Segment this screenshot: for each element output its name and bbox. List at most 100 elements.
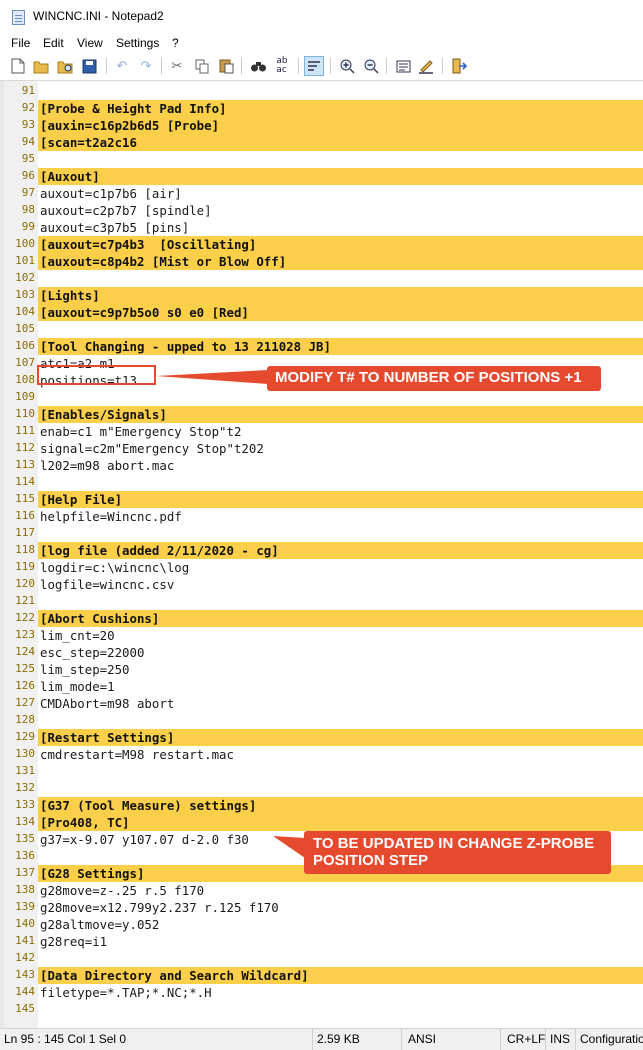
editor-line[interactable]: 130 cmdrestart=M98 restart.mac [0,746,643,763]
line-area [38,712,643,729]
line-area [38,151,643,168]
text-editor[interactable]: 91 92 [Probe & Height Pad Info] 93 [auxin=c1… [0,81,643,1028]
cut-icon[interactable]: ✂ [167,56,187,76]
scheme-icon[interactable] [393,56,413,76]
line-area [38,321,643,338]
editor-line[interactable]: 120 logfile=wincnc.csv [0,576,643,593]
line-number: 100 [15,237,35,250]
status-line-ending[interactable]: CR+LF [501,1029,546,1050]
editor-line[interactable]: 113 l202=m98 abort.mac [0,457,643,474]
editor-line[interactable]: 127 CMDAbort=m98 abort [0,695,643,712]
editor-line[interactable]: 139 g28move=x12.799y2.237 r.125 f170 [0,899,643,916]
line-area [38,1001,643,1018]
editor-line[interactable]: 121 [0,593,643,610]
save-icon[interactable] [79,56,99,76]
editor-line[interactable]: 129 [Restart Settings] [0,729,643,746]
editor-line[interactable]: 144 filetype=*.TAP;*.NC;*.H [0,984,643,1001]
editor-line[interactable]: 92 [Probe & Height Pad Info] [0,100,643,117]
line-area [38,627,643,644]
editor-line[interactable]: 109 [0,389,643,406]
editor-line[interactable]: 119 logdir=c:\wincnc\log [0,559,643,576]
customize-schemes-icon[interactable] [416,56,436,76]
word-wrap-icon[interactable] [304,56,324,76]
editor-line[interactable]: 115 [Help File] [0,491,643,508]
editor-line[interactable]: 138 g28move=z-.25 r.5 f170 [0,882,643,899]
editor-line[interactable]: 118 [log file (added 2/11/2020 - cg] [0,542,643,559]
editor-line[interactable]: 103 [Lights] [0,287,643,304]
editor-line[interactable]: 141 g28req=i1 [0,933,643,950]
editor-line[interactable]: 122 [Abort Cushions] [0,610,643,627]
zoom-in-icon[interactable] [337,56,357,76]
editor-line[interactable]: 95 [0,151,643,168]
editor-line[interactable]: 133 [G37 (Tool Measure) settings] [0,797,643,814]
redo-icon[interactable]: ↷ [136,56,156,76]
line-text: [auxout=c7p4b3 [Oscillating] [40,237,257,252]
line-area [38,933,643,950]
editor-line[interactable]: 112 signal=c2m"Emergency Stop"t202 [0,440,643,457]
line-text: [Enables/Signals] [40,407,167,422]
menu-help[interactable]: ? [172,36,179,50]
editor-line[interactable]: 145 [0,1001,643,1018]
editor-line[interactable]: 140 g28altmove=y.052 [0,916,643,933]
editor-line[interactable]: 125 lim_step=250 [0,661,643,678]
copy-icon[interactable] [192,56,212,76]
editor-line[interactable]: 143 [Data Directory and Search Wildcard] [0,967,643,984]
editor-line[interactable]: 105 [0,321,643,338]
editor-line[interactable]: 131 [0,763,643,780]
line-number: 121 [15,594,35,607]
line-text: [Restart Settings] [40,730,175,745]
line-number: 108 [15,373,35,386]
menu-settings[interactable]: Settings [116,36,159,50]
editor-line[interactable]: 116 helpfile=Wincnc.pdf [0,508,643,525]
editor-line[interactable]: 124 esc_step=22000 [0,644,643,661]
browse-icon[interactable] [55,56,75,76]
editor-line[interactable]: 128 [0,712,643,729]
editor-line[interactable]: 110 [Enables/Signals] [0,406,643,423]
editor-line[interactable]: 98 auxout=c2p7b7 [spindle] [0,202,643,219]
editor-line[interactable]: 106 [Tool Changing - upped to 13 211028 J… [0,338,643,355]
editor-line[interactable]: 117 [0,525,643,542]
undo-icon[interactable]: ↶ [112,56,132,76]
menu-view[interactable]: View [77,36,103,50]
status-encoding[interactable]: ANSI [402,1029,501,1050]
status-scheme[interactable]: Configuration [576,1029,643,1050]
status-bar: Ln 95 : 145 Col 1 Sel 0 2.59 KB ANSI CR+… [0,1028,643,1050]
open-folder-icon[interactable] [31,56,51,76]
editor-line[interactable]: 99 auxout=c3p7b5 [pins] [0,219,643,236]
editor-line[interactable]: 142 [0,950,643,967]
line-number: 133 [15,798,35,811]
editor-line[interactable]: 91 [0,83,643,100]
line-number: 91 [21,84,35,97]
editor-line[interactable]: 126 lim_mode=1 [0,678,643,695]
line-number: 137 [15,866,35,879]
line-number: 102 [15,271,35,284]
menu-edit[interactable]: Edit [43,36,64,50]
editor-line[interactable]: 93 [auxin=c16p2b6d5 [Probe] [0,117,643,134]
editor-line[interactable]: 96 [Auxout] [0,168,643,185]
new-file-icon[interactable] [8,56,28,76]
editor-line[interactable]: 114 [0,474,643,491]
editor-line[interactable]: 104 [auxout=c9p7b5o0 s0 e0 [Red] [0,304,643,321]
exit-icon[interactable] [449,56,469,76]
line-number: 101 [15,254,35,267]
menu-file[interactable]: File [11,36,30,50]
zoom-out-icon[interactable] [361,56,381,76]
line-text: helpfile=Wincnc.pdf [40,509,182,524]
editor-line[interactable]: 101 [auxout=c8p4b2 [Mist or Blow Off] [0,253,643,270]
find-binoculars-icon[interactable] [248,56,268,76]
editor-line[interactable]: 100 [auxout=c7p4b3 [Oscillating] [0,236,643,253]
editor-line[interactable]: 134 [Pro408, TC] [0,814,643,831]
callout-text-line2: POSITION STEP [313,852,429,869]
editor-line[interactable]: 123 lim_cnt=20 [0,627,643,644]
line-highlight [38,491,643,508]
editor-line[interactable]: 132 [0,780,643,797]
editor-line[interactable]: 97 auxout=c1p7b6 [air] [0,185,643,202]
editor-line[interactable]: 94 [scan=t2a2c16 [0,134,643,151]
paste-icon[interactable] [216,56,236,76]
line-number: 145 [15,1002,35,1015]
editor-line[interactable]: 111 enab=c1 m"Emergency Stop"t2 [0,423,643,440]
line-text: [log file (added 2/11/2020 - cg] [40,543,279,558]
replace-icon[interactable]: ab ac [272,56,292,76]
editor-line[interactable]: 102 [0,270,643,287]
line-number: 112 [15,441,35,454]
